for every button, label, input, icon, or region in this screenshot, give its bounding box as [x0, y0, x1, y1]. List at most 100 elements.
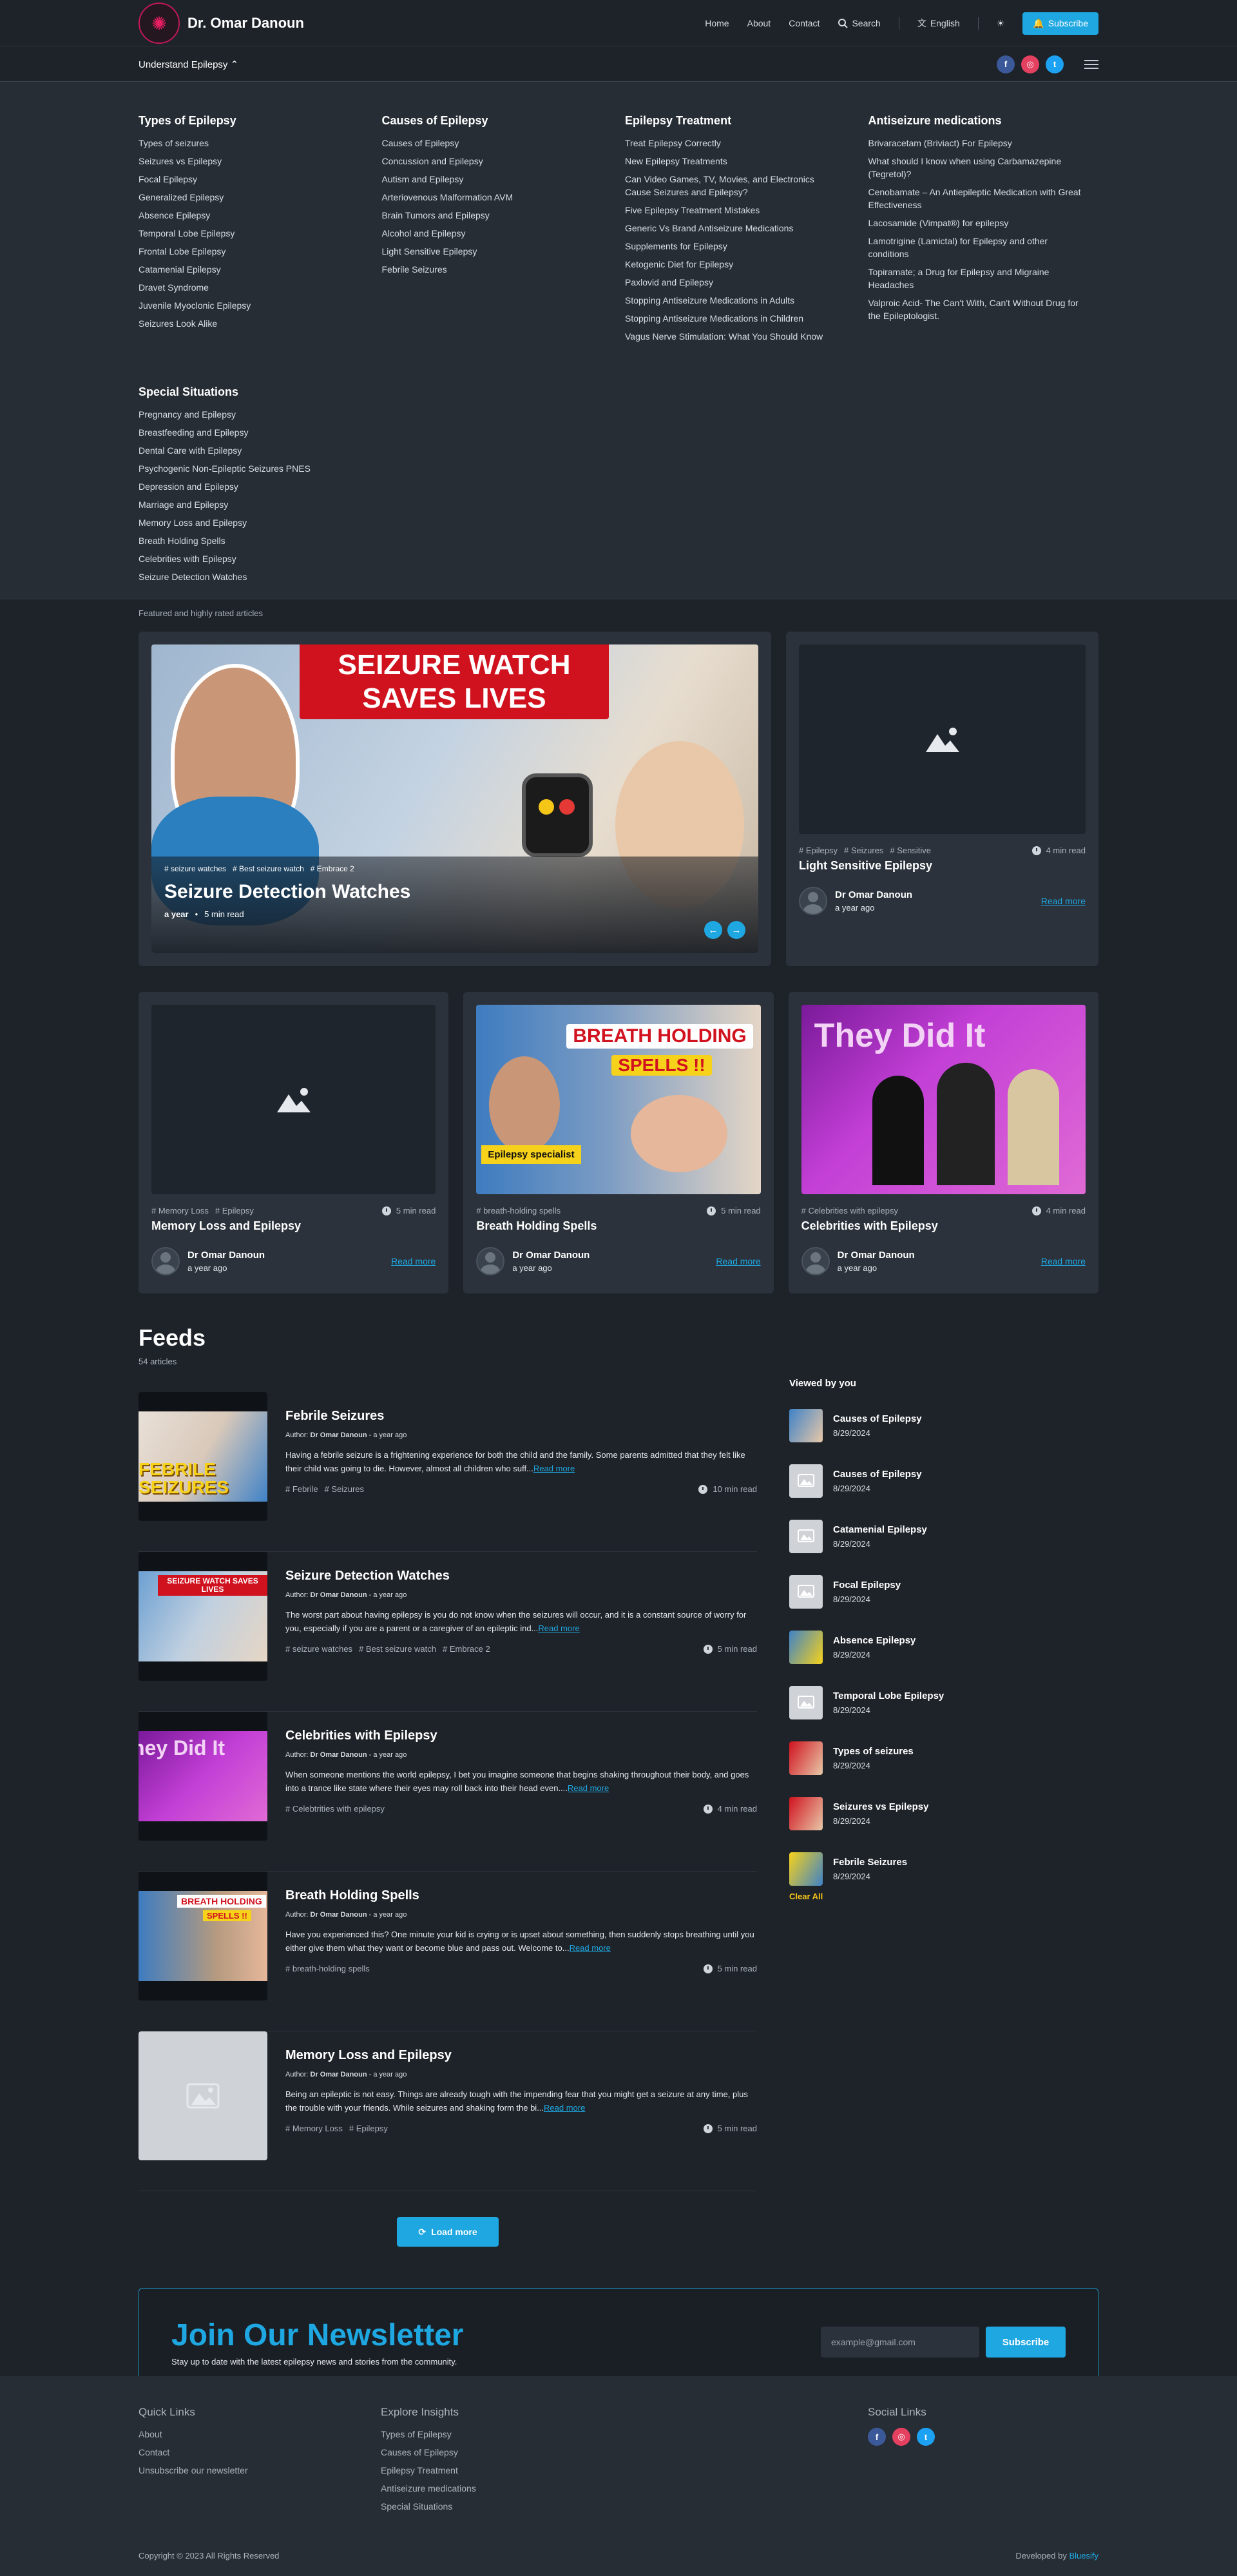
- mega-menu-link[interactable]: Juvenile Myoclonic Epilepsy: [139, 299, 369, 312]
- footer-link[interactable]: Special Situations: [381, 2500, 623, 2513]
- tag[interactable]: # Seizures: [844, 846, 883, 855]
- site-logo[interactable]: ✺ Dr. Omar Danoun: [139, 3, 304, 44]
- language-selector[interactable]: 文 English: [917, 17, 960, 30]
- footer-link[interactable]: Types of Epilepsy: [381, 2428, 623, 2441]
- feed-thumbnail[interactable]: [139, 2031, 267, 2160]
- nav-about[interactable]: About: [747, 18, 771, 28]
- feed-thumbnail[interactable]: hey Did It: [139, 1712, 267, 1841]
- tag[interactable]: # Best seizure watch: [233, 864, 304, 873]
- mega-menu-link[interactable]: Dravet Syndrome: [139, 281, 369, 294]
- load-more-button[interactable]: ⟳ Load more: [397, 2217, 499, 2247]
- mega-menu-link[interactable]: Stopping Antiseizure Medications in Chil…: [625, 312, 856, 325]
- viewed-item[interactable]: Causes of Epilepsy 8/29/2024: [789, 1453, 1098, 1509]
- mega-menu-link[interactable]: Seizures Look Alike: [139, 317, 369, 330]
- article-card[interactable]: # Memory Loss # Epilepsy 5 min read Memo…: [139, 992, 449, 1293]
- mega-menu-link[interactable]: Cenobamate – An Antiepileptic Medication…: [868, 186, 1099, 211]
- feed-item[interactable]: BREATH HOLDING SPELLS !! Breath Holding Sp…: [139, 1872, 757, 2031]
- tag[interactable]: # breath-holding spells: [476, 1206, 561, 1215]
- mega-menu-link[interactable]: Focal Epilepsy: [139, 173, 369, 186]
- search-button[interactable]: Search: [838, 18, 881, 28]
- card-title[interactable]: Memory Loss and Epilepsy: [151, 1219, 436, 1233]
- hero-card[interactable]: SEIZURE WATCH SAVES LIVES # seizure watc…: [139, 632, 771, 966]
- footer-link[interactable]: About: [139, 2428, 381, 2441]
- footer-link[interactable]: Epilepsy Treatment: [381, 2464, 623, 2477]
- tag[interactable]: # Epilepsy: [215, 1206, 254, 1215]
- hero-title[interactable]: Seizure Detection Watches: [164, 881, 745, 903]
- mega-menu-link[interactable]: Breath Holding Spells: [139, 534, 1098, 547]
- mega-menu-link[interactable]: Arteriovenous Malformation AVM: [382, 191, 613, 204]
- mega-menu-link[interactable]: Ketogenic Diet for Epilepsy: [625, 258, 856, 271]
- twitter-icon[interactable]: t: [1046, 55, 1064, 73]
- mega-menu-link[interactable]: What should I know when using Carbamazep…: [868, 155, 1099, 180]
- tag[interactable]: # Epilepsy: [799, 846, 838, 855]
- mega-menu-link[interactable]: Treat Epilepsy Correctly: [625, 137, 856, 150]
- mega-menu-link[interactable]: Frontal Lobe Epilepsy: [139, 245, 369, 258]
- tag[interactable]: # Memory Loss: [151, 1206, 209, 1215]
- read-more-link[interactable]: Read more: [1041, 896, 1086, 906]
- tag[interactable]: # breath-holding spells: [285, 1964, 370, 1973]
- mega-menu-link[interactable]: Marriage and Epilepsy: [139, 498, 1098, 511]
- mega-menu-link[interactable]: Psychogenic Non-Epileptic Seizures PNES: [139, 462, 1098, 475]
- read-more-link[interactable]: Read more: [538, 1623, 579, 1633]
- mega-menu-link[interactable]: Generalized Epilepsy: [139, 191, 369, 204]
- read-more-link[interactable]: Read more: [568, 1783, 609, 1793]
- mega-menu-link[interactable]: Vagus Nerve Stimulation: What You Should…: [625, 330, 856, 343]
- article-card[interactable]: BREATH HOLDING SPELLS !! Epilepsy specia…: [463, 992, 774, 1293]
- mega-menu-link[interactable]: Causes of Epilepsy: [382, 137, 613, 150]
- newsletter-subscribe-button[interactable]: Subscribe: [986, 2327, 1066, 2358]
- header-subscribe-button[interactable]: 🔔 Subscribe: [1022, 12, 1098, 35]
- mega-menu-link[interactable]: Stopping Antiseizure Medications in Adul…: [625, 294, 856, 307]
- read-more-link[interactable]: Read more: [544, 2103, 585, 2113]
- facebook-icon[interactable]: f: [997, 55, 1015, 73]
- read-more-link[interactable]: Read more: [716, 1256, 760, 1266]
- twitter-icon[interactable]: t: [917, 2428, 935, 2446]
- mega-menu-link[interactable]: Lacosamide (Vimpat®) for epilepsy: [868, 217, 1099, 229]
- mega-menu-link[interactable]: Seizures vs Epilepsy: [139, 155, 369, 168]
- nav-contact[interactable]: Contact: [789, 18, 820, 28]
- feed-title[interactable]: Breath Holding Spells: [285, 1888, 757, 1903]
- feed-title[interactable]: Febrile Seizures: [285, 1409, 757, 1424]
- feed-title[interactable]: Celebrities with Epilepsy: [285, 1729, 757, 1743]
- mega-menu-link[interactable]: Dental Care with Epilepsy: [139, 444, 1098, 457]
- newsletter-email-input[interactable]: [821, 2327, 979, 2358]
- feed-title[interactable]: Memory Loss and Epilepsy: [285, 2048, 757, 2063]
- mega-menu-link[interactable]: Breastfeeding and Epilepsy: [139, 426, 1098, 439]
- tag[interactable]: # seizure watches: [164, 864, 226, 873]
- footer-link[interactable]: Contact: [139, 2446, 381, 2459]
- card-title[interactable]: Breath Holding Spells: [476, 1219, 760, 1233]
- read-more-link[interactable]: Read more: [1041, 1256, 1086, 1266]
- sun-icon[interactable]: ☀: [997, 18, 1005, 29]
- mega-menu-link[interactable]: Brain Tumors and Epilepsy: [382, 209, 613, 222]
- tag[interactable]: # Seizures: [325, 1484, 364, 1494]
- viewed-item[interactable]: Febrile Seizures 8/29/2024: [789, 1841, 1098, 1897]
- feed-item[interactable]: FEBRILE SEIZURES Febrile Seizures Author: …: [139, 1392, 757, 1552]
- viewed-item[interactable]: Focal Epilepsy 8/29/2024: [789, 1564, 1098, 1620]
- arrow-left-icon[interactable]: ←: [704, 921, 722, 939]
- feed-thumbnail[interactable]: FEBRILE SEIZURES: [139, 1392, 267, 1521]
- instagram-icon[interactable]: ◎: [1021, 55, 1039, 73]
- viewed-item[interactable]: Seizures vs Epilepsy 8/29/2024: [789, 1786, 1098, 1841]
- mega-menu-link[interactable]: Temporal Lobe Epilepsy: [139, 227, 369, 240]
- developer-link[interactable]: Bluesify: [1069, 2551, 1098, 2561]
- mega-menu-link[interactable]: Pregnancy and Epilepsy: [139, 408, 1098, 421]
- mega-menu-link[interactable]: Absence Epilepsy: [139, 209, 369, 222]
- feed-item[interactable]: SEIZURE WATCH SAVES LIVES Seizure Detecti…: [139, 1552, 757, 1712]
- viewed-item[interactable]: Catamenial Epilepsy 8/29/2024: [789, 1509, 1098, 1564]
- mega-menu-link[interactable]: Autism and Epilepsy: [382, 173, 613, 186]
- nav-home[interactable]: Home: [705, 18, 729, 28]
- viewed-item[interactable]: Causes of Epilepsy 8/29/2024: [789, 1398, 1098, 1453]
- viewed-item[interactable]: Types of seizures 8/29/2024: [789, 1730, 1098, 1786]
- mega-menu-link[interactable]: Concussion and Epilepsy: [382, 155, 613, 168]
- mega-menu-link[interactable]: Lamotrigine (Lamictal) for Epilepsy and …: [868, 235, 1099, 260]
- mega-menu-link[interactable]: Five Epilepsy Treatment Mistakes: [625, 204, 856, 217]
- read-more-link[interactable]: Read more: [391, 1256, 436, 1266]
- feed-thumbnail[interactable]: SEIZURE WATCH SAVES LIVES: [139, 1552, 267, 1681]
- mega-menu-link[interactable]: Supplements for Epilepsy: [625, 240, 856, 253]
- feed-item[interactable]: Memory Loss and Epilepsy Author: Dr Omar …: [139, 2031, 757, 2191]
- mega-menu-link[interactable]: Brivaracetam (Briviact) For Epilepsy: [868, 137, 1099, 150]
- mega-menu-link[interactable]: Can Video Games, TV, Movies, and Electro…: [625, 173, 856, 199]
- feed-item[interactable]: hey Did It Celebrities with Epilepsy Autho…: [139, 1712, 757, 1872]
- feed-title[interactable]: Seizure Detection Watches: [285, 1569, 757, 1583]
- tag[interactable]: # Best seizure watch: [359, 1644, 436, 1654]
- mega-menu-link[interactable]: Generic Vs Brand Antiseizure Medications: [625, 222, 856, 235]
